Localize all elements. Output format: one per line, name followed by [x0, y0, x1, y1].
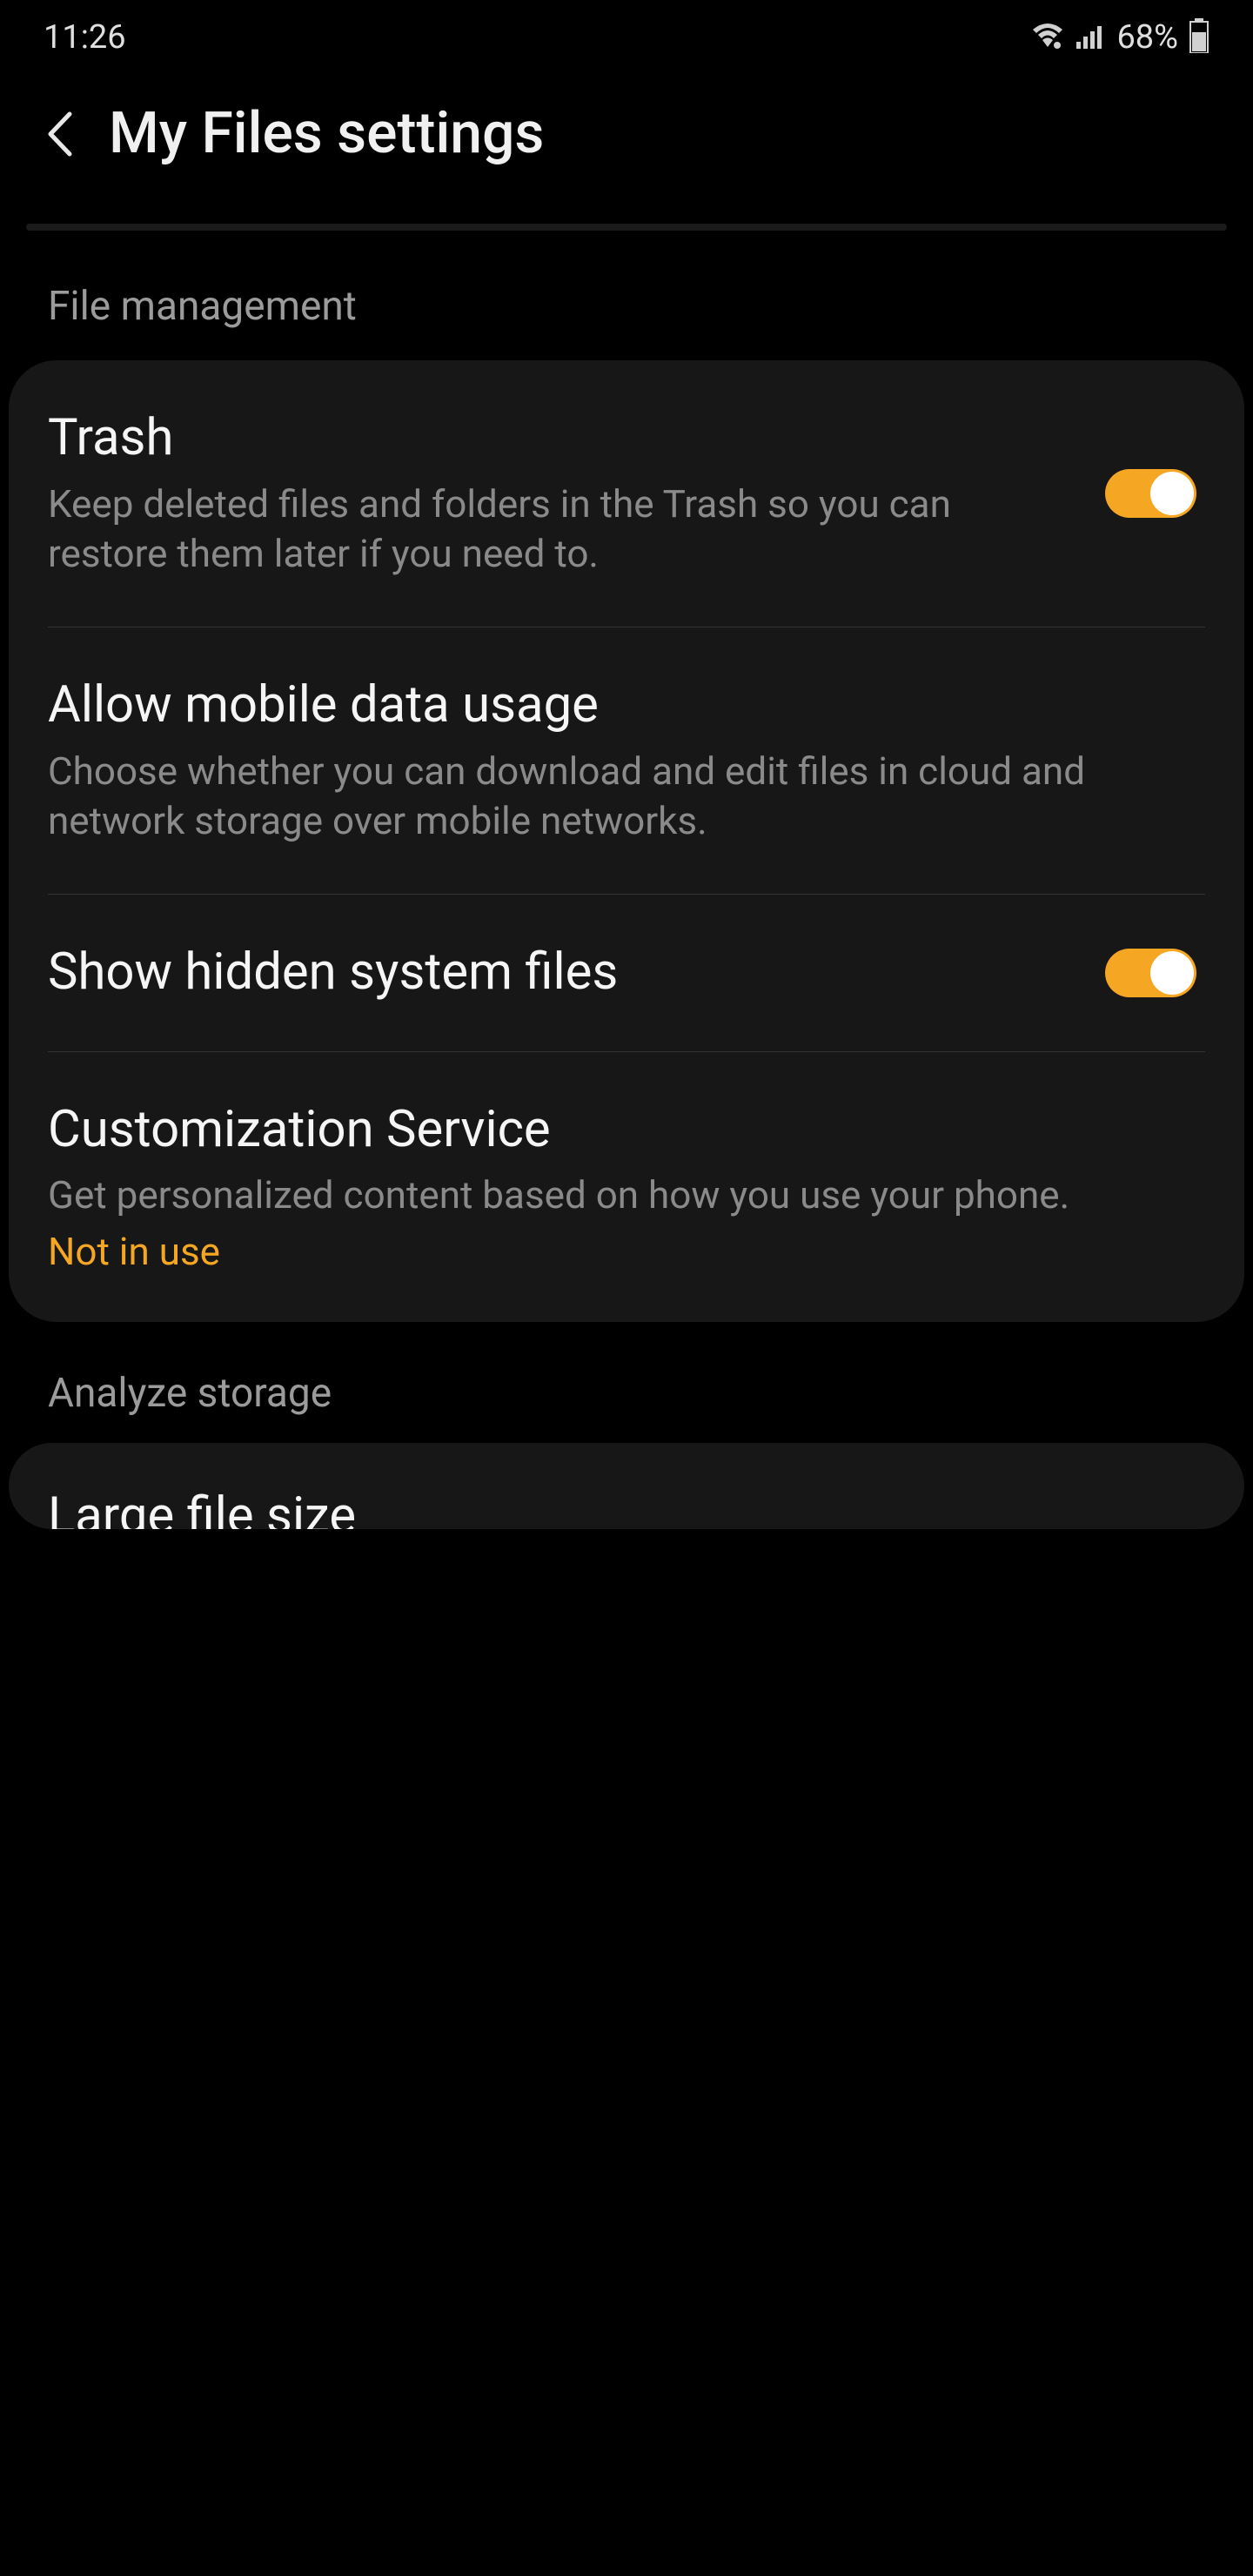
setting-description: Get personalized content based on how yo…	[48, 1171, 1196, 1220]
setting-large-file-size[interactable]: Large file size	[9, 1443, 1244, 1529]
setting-status: Not in use	[48, 1229, 1196, 1274]
setting-title: Show hidden system files	[48, 943, 1079, 1003]
setting-title: Allow mobile data usage	[48, 675, 1196, 736]
status-time: 11:26	[44, 18, 126, 57]
battery-percent: 68%	[1116, 18, 1178, 57]
setting-description: Choose whether you can download and edit…	[48, 747, 1196, 846]
hidden-files-toggle[interactable]	[1105, 949, 1196, 997]
signal-icon	[1076, 23, 1106, 52]
section-header-file-management: File management	[0, 265, 1253, 360]
trash-toggle[interactable]	[1105, 469, 1196, 518]
back-button[interactable]	[44, 109, 78, 159]
page-title: My Files settings	[109, 100, 544, 167]
header-divider	[26, 224, 1227, 231]
section-header-analyze-storage: Analyze storage	[0, 1322, 1253, 1443]
setting-title: Large file size	[48, 1491, 1196, 1529]
setting-customization-service[interactable]: Customization Service Get personalized c…	[9, 1052, 1244, 1323]
status-indicators: 68%	[1029, 18, 1209, 57]
setting-title: Trash	[48, 408, 1079, 469]
status-bar: 11:26 68%	[0, 0, 1253, 70]
file-management-card: Trash Keep deleted files and folders in …	[9, 360, 1244, 1322]
wifi-icon	[1029, 21, 1066, 54]
setting-title: Customization Service	[48, 1100, 1196, 1161]
battery-icon	[1189, 18, 1209, 57]
header: My Files settings	[0, 70, 1253, 211]
toggle-knob	[1150, 472, 1194, 515]
analyze-storage-card: Large file size	[9, 1443, 1244, 1529]
toggle-knob	[1150, 951, 1194, 995]
setting-trash[interactable]: Trash Keep deleted files and folders in …	[9, 360, 1244, 627]
setting-mobile-data[interactable]: Allow mobile data usage Choose whether y…	[9, 627, 1244, 894]
setting-hidden-files[interactable]: Show hidden system files	[9, 895, 1244, 1051]
setting-description: Keep deleted files and folders in the Tr…	[48, 480, 1079, 579]
